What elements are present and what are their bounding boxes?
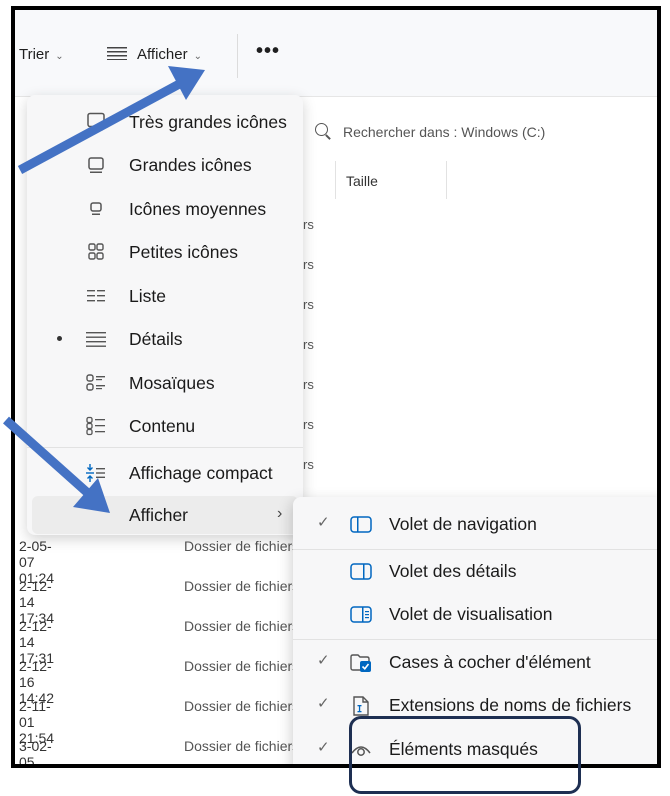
navigation-pane-icon: [350, 516, 372, 533]
chevron-down-icon: ⌄: [55, 51, 64, 62]
menu-divider: [27, 447, 303, 448]
type-cell: Dossier de fichiers: [184, 658, 299, 674]
compact-view-icon: [86, 464, 105, 482]
content-view-icon: [86, 416, 105, 436]
search-input[interactable]: Rechercher dans : Windows (C:): [343, 124, 545, 140]
sort-button[interactable]: Trier ⌄: [19, 46, 64, 63]
checkmark-icon: ✓: [317, 695, 330, 712]
large-icons-icon: [88, 157, 104, 173]
more-options-button[interactable]: •••: [256, 40, 280, 63]
menu-item-compact-view[interactable]: Affichage compact: [27, 453, 303, 493]
list-fragment: rs: [303, 457, 314, 472]
menu-item-label: Mosaïques: [129, 373, 215, 393]
medium-icons-icon: [90, 202, 102, 215]
submenu-item-label: Extensions de noms de fichiers: [389, 695, 632, 715]
submenu-item-label: Volet de navigation: [389, 514, 537, 534]
small-icons-icon: [88, 243, 104, 260]
submenu-item-preview-pane[interactable]: Volet de visualisation: [293, 595, 657, 635]
menu-divider: [293, 639, 657, 640]
menu-item-label: Grandes icônes: [129, 155, 252, 175]
selected-bullet-icon: [57, 336, 62, 341]
chevron-right-icon: ›: [277, 505, 283, 522]
view-label: Afficher: [137, 46, 188, 63]
type-cell: Dossier de fichiers: [184, 738, 299, 754]
tiles-view-icon: [86, 374, 105, 391]
toolbar-divider: [237, 34, 238, 78]
submenu-item-navigation-pane[interactable]: ✓ Volet de navigation: [293, 505, 657, 545]
submenu-item-details-pane[interactable]: Volet des détails: [293, 552, 657, 592]
highlight-callout: [349, 716, 581, 794]
extra-large-icons-icon: [87, 112, 105, 131]
details-pane-icon: [350, 563, 372, 580]
menu-item-medium-icons[interactable]: Icônes moyennes: [27, 189, 303, 229]
search-icon: [315, 123, 328, 136]
command-bar: Trier ⌄ Afficher ⌄ •••: [15, 10, 657, 97]
view-menu: Très grandes icônes Grandes icônes Icône…: [27, 95, 303, 535]
menu-item-list[interactable]: Liste: [27, 276, 303, 316]
menu-item-show-label: Afficher: [129, 505, 189, 525]
menu-item-label: Liste: [129, 286, 166, 306]
checkmark-icon: ✓: [317, 652, 330, 669]
menu-divider: [293, 549, 657, 550]
submenu-item-label: Volet de visualisation: [389, 604, 553, 624]
checkmark-icon: ✓: [317, 739, 330, 756]
details-view-icon: [86, 332, 106, 347]
chevron-down-icon: ⌄: [193, 51, 202, 62]
list-fragment: rs: [303, 297, 314, 312]
column-header-label: Taille: [346, 173, 378, 189]
preview-pane-icon: [350, 606, 372, 623]
list-fragment: rs: [303, 217, 314, 232]
menu-item-content[interactable]: Contenu: [27, 406, 303, 446]
list-fragment: rs: [303, 377, 314, 392]
menu-item-large-icons[interactable]: Grandes icônes: [27, 145, 303, 185]
menu-item-small-icons[interactable]: Petites icônes: [27, 232, 303, 272]
menu-item-details[interactable]: Détails: [27, 319, 303, 359]
type-cell: Dossier de fichiers: [184, 618, 299, 634]
type-cell: Dossier de fichiers: [184, 698, 299, 714]
list-view-icon: [87, 290, 105, 302]
column-header-size[interactable]: Taille: [335, 161, 447, 199]
list-fragment: rs: [303, 337, 314, 352]
submenu-item-item-checkboxes[interactable]: ✓ Cases à cocher d'élément: [293, 643, 657, 683]
checkmark-icon: ✓: [317, 514, 330, 531]
sort-label: Trier: [19, 46, 50, 63]
menu-item-label: Affichage compact: [129, 463, 273, 483]
menu-item-label: Très grandes icônes: [129, 112, 287, 132]
file-extension-icon: [353, 696, 369, 716]
menu-item-label: Détails: [129, 329, 183, 349]
list-fragment: rs: [303, 417, 314, 432]
menu-item-extra-large-icons[interactable]: Très grandes icônes: [27, 102, 303, 142]
type-cell: Dossier de fichiers: [184, 578, 299, 594]
menu-item-tiles[interactable]: Mosaïques: [27, 363, 303, 403]
explorer-window: Trier ⌄ Afficher ⌄ ••• Rechercher dans : W…: [11, 6, 661, 768]
submenu-item-label: Volet des détails: [389, 561, 517, 581]
folder-checkbox-icon: [350, 654, 371, 672]
details-view-icon: [107, 47, 127, 61]
menu-item-label: Icônes moyennes: [129, 199, 267, 219]
search-box[interactable]: Rechercher dans : Windows (C:): [305, 115, 657, 149]
list-fragment: rs: [303, 257, 314, 272]
menu-item-label: Petites icônes: [129, 242, 238, 262]
submenu-item-label: Cases à cocher d'élément: [389, 652, 591, 672]
view-button[interactable]: Afficher ⌄: [107, 46, 202, 63]
menu-item-label: Contenu: [129, 416, 196, 436]
type-cell: Dossier de fichiers: [184, 538, 299, 554]
date-cell: 3-02-05 09:07: [19, 738, 52, 768]
